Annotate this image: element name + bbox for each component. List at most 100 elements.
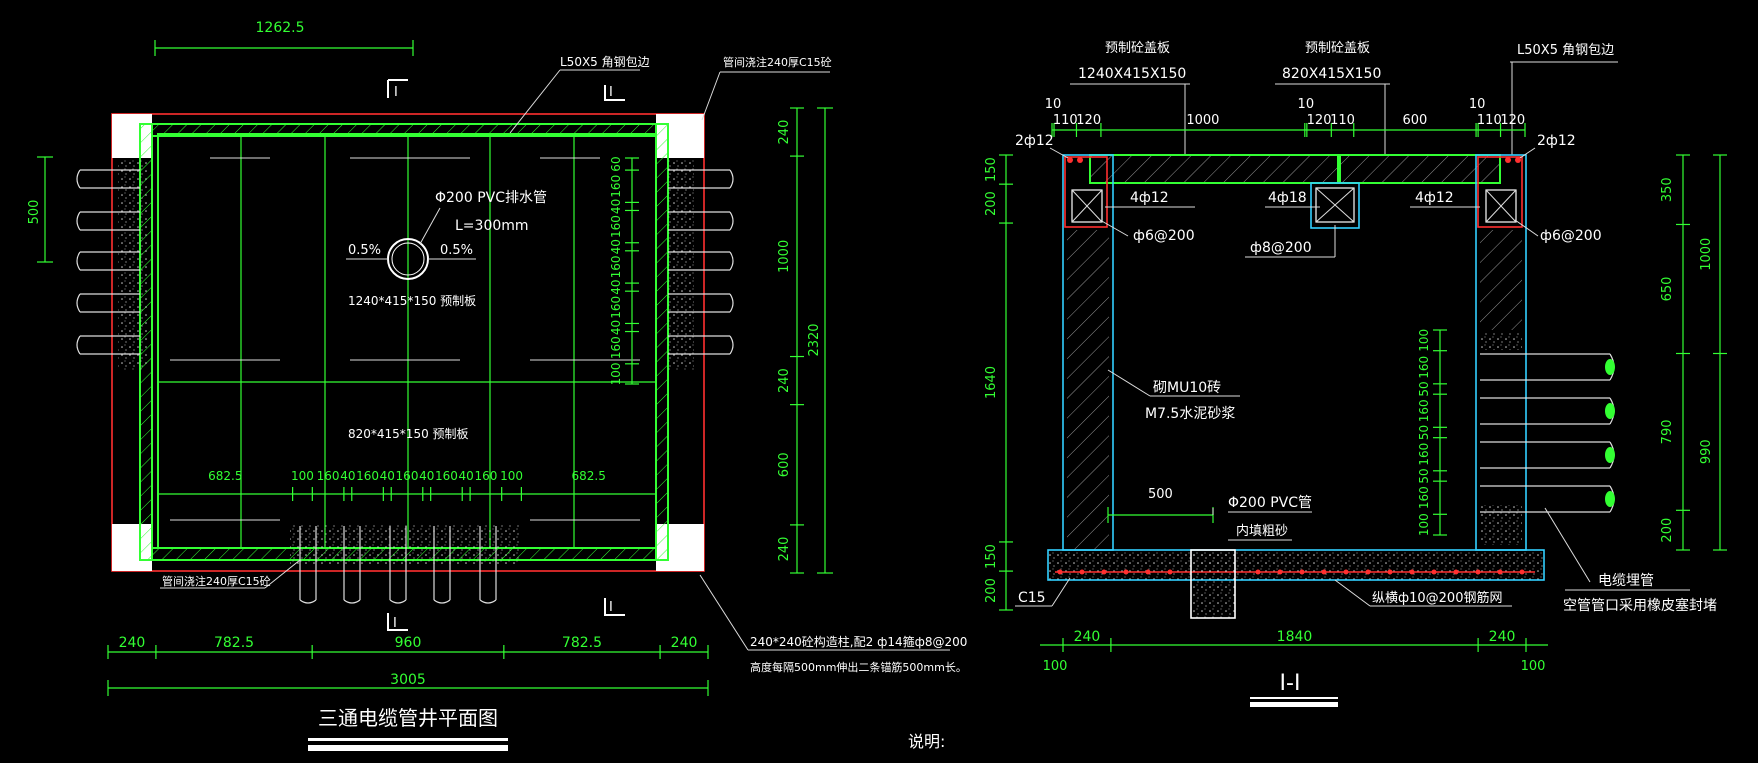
section-slab-size-2: 820X415X150 <box>1282 66 1381 82</box>
plan-right-dim: 240 <box>777 120 792 145</box>
plan-pipe-dim-v: 40 <box>609 320 623 335</box>
section-top-dim: 120 <box>1307 113 1332 128</box>
plan-pipe-dim-v: 100 <box>609 362 623 385</box>
plan-pipe-dim-v: 160 <box>609 296 623 319</box>
section-pipe-dim: 50 <box>1417 425 1431 440</box>
plan-pvc-length: L=300mm <box>455 218 529 234</box>
section-slab-label-1: 预制砼盖板 <box>1105 41 1170 56</box>
plan-bottom-dim: 960 <box>395 635 422 651</box>
plan-pipe-dim-h: 40 <box>419 469 434 483</box>
section-pipe-dim: 100 <box>1417 329 1431 352</box>
plan-pipe-dim-v: 160 <box>609 175 623 198</box>
sand-label: 内填粗砂 <box>1236 523 1288 539</box>
section-right-dim-total: 1000 <box>1699 238 1714 271</box>
pvc-drain <box>1190 549 1236 619</box>
brick-label-2: M7.5水泥砂浆 <box>1145 406 1235 422</box>
section-right-dim: 200 <box>1660 518 1675 543</box>
section-pipe-dim: 50 <box>1417 381 1431 396</box>
plan-section-mark: I <box>394 85 398 100</box>
plan-bottom-dim: 240 <box>119 635 146 651</box>
plan-fill-label-bottom: 管间浇注240厚C15砼 <box>162 574 271 588</box>
section-slab-size-1: 1240X415X150 <box>1078 66 1186 82</box>
mesh-label: 纵横ф10@200钢筋网 <box>1372 590 1502 606</box>
plan-dim-left: 500 <box>27 200 42 225</box>
section-top-dim: 110 <box>1053 113 1078 128</box>
plan-bottom-dim: 240 <box>671 635 698 651</box>
plan-pipe-dim-v: 40 <box>609 199 623 214</box>
plan-pipe-dim-v: 160 <box>609 215 623 238</box>
plan-pipe-dim-h: 40 <box>459 469 474 483</box>
section-pvc-label: Φ200 PVC管 <box>1228 495 1312 511</box>
plan-bottom-dim: 782.5 <box>214 635 254 651</box>
plan-pvc-label: Φ200 PVC排水管 <box>435 190 547 206</box>
plan-pipe-dim-v: 60 <box>609 156 623 171</box>
section-top-dim: 110 <box>1330 113 1355 128</box>
section-left-dim: 1640 <box>984 366 999 399</box>
plan-pipe-dim-h: 160 <box>317 469 340 483</box>
plan-pipe-dim-h: 160 <box>474 469 497 483</box>
plan-right-dim: 240 <box>777 537 792 562</box>
plan-right-dim: 600 <box>777 452 792 477</box>
section-top-dim: 10 <box>1045 97 1062 112</box>
plan-pipe-dim-h: 40 <box>380 469 395 483</box>
notes-heading: 说明: <box>908 732 945 751</box>
bottom-edge-right: 100 <box>1521 659 1546 674</box>
concrete-label: C15 <box>1018 590 1046 606</box>
floor-slab <box>1047 549 1545 581</box>
stirrup-right-label: ф6@200 <box>1540 228 1602 244</box>
stirrup-mid-label: ф8@200 <box>1250 240 1312 256</box>
plan-column-note-1: 240*240砼构造柱,配2 ф14箍ф8@200 <box>750 634 967 649</box>
plan-pipe-dim-v: 40 <box>609 239 623 254</box>
beam-mid-label: 4ф18 <box>1268 190 1307 206</box>
section-top-dim: 10 <box>1469 97 1486 112</box>
section-right-dim: 650 <box>1660 277 1675 302</box>
section-top-dim: 120 <box>1500 113 1525 128</box>
plan-right-dim: 1000 <box>777 240 792 273</box>
section-pipe-dim: 160 <box>1417 443 1431 466</box>
plan-slab-large: 1240*415*150 预制板 <box>348 294 476 308</box>
plan-pipe-dim-h: 160 <box>356 469 379 483</box>
cad-drawing: 1262.5 500 Φ200 PVC排水管 L=300mm 0.5% 0.5%… <box>0 0 1758 763</box>
plan-section-mark: I <box>609 85 613 100</box>
plan-right-dim: 240 <box>777 368 792 393</box>
section-top-dim: 120 <box>1076 113 1101 128</box>
section-bottom-dim: 240 <box>1489 629 1516 645</box>
plan-total-width: 3005 <box>390 672 426 688</box>
plan-pipe-dim-h: 160 <box>396 469 419 483</box>
section-slab-label-2: 预制砼盖板 <box>1305 41 1370 56</box>
plan-pipe-dim-h: 682.5 <box>572 469 606 483</box>
section-pipe-dim: 100 <box>1417 513 1431 536</box>
left-brick-wall <box>1067 230 1109 550</box>
section-top-dim: 10 <box>1298 97 1315 112</box>
plan-pipe-dim-h: 100 <box>291 469 314 483</box>
stirrup-left-label: ф6@200 <box>1133 228 1195 244</box>
plan-pipe-dim-h: 682.5 <box>208 469 242 483</box>
section-left-dim: 150 <box>984 544 999 569</box>
section-left-dim: 200 <box>984 578 999 603</box>
section-pipe-dim: 160 <box>1417 356 1431 379</box>
section-top-dim: 1000 <box>1186 113 1219 128</box>
plan-section-mark: I <box>609 600 613 615</box>
plan-pipe-dim-v: 160 <box>609 256 623 279</box>
plan-slope-right: 0.5% <box>440 243 473 258</box>
section-top-dim: 600 <box>1402 113 1427 128</box>
section-pipe-dim: 160 <box>1417 486 1431 509</box>
plan-pipe-dim-h: 160 <box>435 469 458 483</box>
plan-pipe-dim-v: 160 <box>609 336 623 359</box>
rebar-right-label: 2ф12 <box>1537 133 1576 149</box>
plan-total-height: 2320 <box>807 323 822 356</box>
plan-pipe-dim-v: 40 <box>609 280 623 295</box>
plan-section-mark: I <box>393 616 397 631</box>
plan-pipe-dim-h: 100 <box>500 469 523 483</box>
section-bottom-dim: 1840 <box>1277 629 1313 645</box>
section-right-dim: 790 <box>1660 419 1675 444</box>
plan-slope-left: 0.5% <box>348 243 381 258</box>
plan-title: 三通电缆管井平面图 <box>318 706 498 730</box>
bottom-edge-left: 100 <box>1043 659 1068 674</box>
plan-dim-top: 1262.5 <box>256 20 305 36</box>
beam-left-label: 4ф12 <box>1130 190 1169 206</box>
cover-slab-large <box>1089 154 1339 184</box>
section-right-dim-total: 990 <box>1699 439 1714 464</box>
plan-pipe-dim-h: 40 <box>340 469 355 483</box>
plan-bottom-dim: 782.5 <box>562 635 602 651</box>
